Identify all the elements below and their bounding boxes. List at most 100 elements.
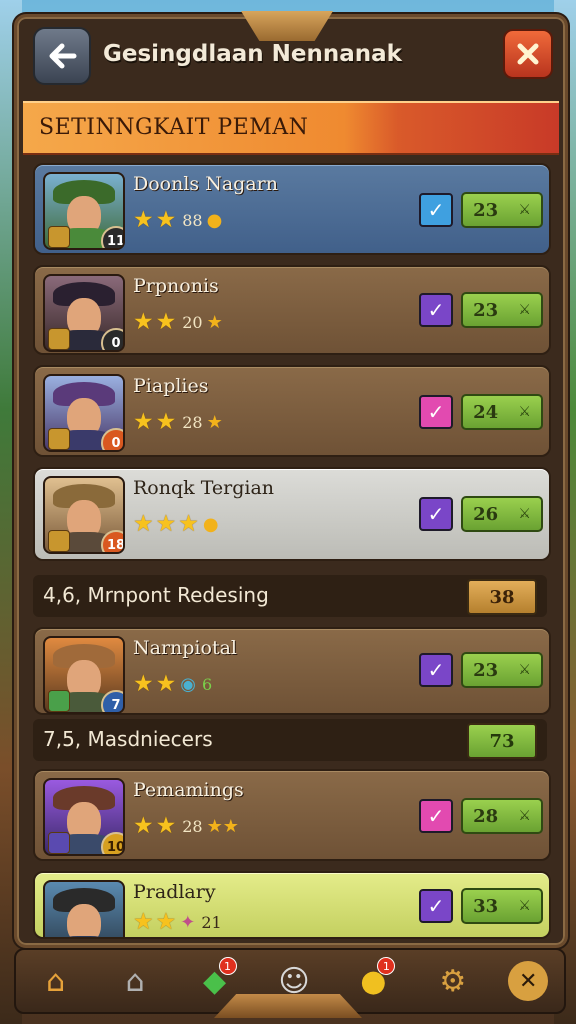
select-checkbox[interactable]: ✓ xyxy=(419,293,453,327)
avatar: 0 xyxy=(43,374,125,452)
section-banner: SETINNGKAIT PEMAN xyxy=(23,101,559,155)
star-rating: ★ ★ 28 ★★ xyxy=(133,815,239,838)
swords-icon: ⚔ xyxy=(518,506,531,522)
rank-badge-icon xyxy=(48,832,70,854)
group-header: 4,6, Mrnpont Redesing 38 xyxy=(33,575,547,617)
level-badge: 18 xyxy=(101,530,123,552)
star-rating: ★ ★ 88 ● xyxy=(133,209,222,232)
arrow-left-icon xyxy=(49,43,77,69)
level-badge: 0 xyxy=(101,328,123,350)
star-icon: ★ xyxy=(155,511,177,537)
star-rating: ★ ★ ✦ 21 xyxy=(133,911,222,934)
house-icon[interactable]: ⌂ xyxy=(111,957,159,1005)
star-icon: ★ xyxy=(133,309,154,335)
coin-icon: ● xyxy=(202,514,219,535)
group-label: 4,6, Mrnpont Redesing xyxy=(43,583,269,607)
avatar xyxy=(43,880,125,937)
star-icon: ★ xyxy=(155,309,177,335)
star-rating: ★ ★ ◉ 6 xyxy=(133,673,212,696)
score-button[interactable]: 33 ⚔ xyxy=(461,888,543,924)
notification-badge: 1 xyxy=(377,957,396,975)
score-button[interactable]: 26 ⚔ xyxy=(461,496,543,532)
star-small-icon: ★★ xyxy=(206,816,239,837)
score-button[interactable]: 23 ⚔ xyxy=(461,292,543,328)
star-icon: ★ xyxy=(155,909,177,935)
select-checkbox[interactable]: ✓ xyxy=(419,889,453,923)
score-value: 23 xyxy=(473,199,499,221)
score-value: 23 xyxy=(473,659,499,681)
top-ornament xyxy=(241,11,333,41)
select-checkbox[interactable]: ✓ xyxy=(419,193,453,227)
star-rating: ★ ★ 28 ★ xyxy=(133,411,223,434)
roster-panel: Gesingdlaan Nennanak SETINNGKAIT PEMAN 1… xyxy=(14,11,568,948)
player-stat: 88 xyxy=(182,211,203,230)
rank-badge-icon xyxy=(48,226,70,248)
select-checkbox[interactable]: ✓ xyxy=(419,653,453,687)
player-stat: 6 xyxy=(201,675,213,694)
score-value: 24 xyxy=(473,401,499,423)
player-name: Pradlary xyxy=(133,881,216,903)
player-stat: 20 xyxy=(182,313,203,332)
avatar: 7 xyxy=(43,636,125,714)
star-rating: ★ ★ 20 ★ xyxy=(133,311,223,334)
select-checkbox[interactable]: ✓ xyxy=(419,497,453,531)
player-stat: 28 xyxy=(182,817,203,836)
group-label: 7,5, Masdniecers xyxy=(43,727,213,751)
star-icon: ★ xyxy=(133,909,154,935)
gem-icon[interactable]: ◆ 1 xyxy=(191,957,239,1005)
star-icon: ★ xyxy=(133,207,154,233)
star-rating: ★ ★ ★ ● xyxy=(133,513,219,536)
player-name: Prpnonis xyxy=(133,275,219,297)
score-button[interactable]: 24 ⚔ xyxy=(461,394,543,430)
level-badge: 10 xyxy=(101,832,123,854)
player-row[interactable]: 11 Doonls Nagarn ★ ★ 88 ● ✓ 23 ⚔ xyxy=(33,163,551,255)
notification-badge: 1 xyxy=(218,957,237,975)
star-icon: ★ xyxy=(133,511,154,537)
level-badge: 0 xyxy=(101,428,123,450)
star-small-icon: ★ xyxy=(206,412,223,433)
home-icon[interactable]: ⌂ xyxy=(32,957,80,1005)
score-value: 26 xyxy=(473,503,499,525)
coin-icon[interactable]: ● 1 xyxy=(349,957,397,1005)
score-button[interactable]: 23 ⚔ xyxy=(461,192,543,228)
star-icon: ★ xyxy=(155,207,177,233)
rank-badge-icon xyxy=(48,530,70,552)
avatar: 18 xyxy=(43,476,125,554)
gear-icon[interactable]: ⚙ xyxy=(429,957,477,1005)
star-icon: ★ xyxy=(133,813,154,839)
tools-icon[interactable]: ✕ xyxy=(508,961,549,1001)
swords-icon: ⚔ xyxy=(518,404,531,420)
star-small-icon: ★ xyxy=(206,312,223,333)
player-row[interactable]: 0 Piaplies ★ ★ 28 ★ ✓ 24 ⚔ xyxy=(33,365,551,457)
swords-icon: ⚔ xyxy=(518,808,531,824)
select-checkbox[interactable]: ✓ xyxy=(419,395,453,429)
bottom-ornament xyxy=(214,994,362,1018)
swords-icon: ⚔ xyxy=(518,898,531,914)
score-value: 23 xyxy=(473,299,499,321)
score-button[interactable]: 23 ⚔ xyxy=(461,652,543,688)
level-badge: 7 xyxy=(101,690,123,712)
player-row[interactable]: 10 Pemamings ★ ★ 28 ★★ ✓ 28 ⚔ xyxy=(33,769,551,861)
star-icon: ★ xyxy=(155,813,177,839)
player-stat: 28 xyxy=(182,413,203,432)
back-button[interactable] xyxy=(33,27,91,85)
coin-icon: ● xyxy=(206,210,223,231)
page-title: Gesingdlaan Nennanak xyxy=(103,41,402,67)
star-icon: ★ xyxy=(178,511,199,537)
player-name: Narnpiotal xyxy=(133,637,237,659)
gem-icon: ✦ xyxy=(180,912,196,933)
rank-badge-icon xyxy=(48,690,70,712)
avatar: 0 xyxy=(43,274,125,352)
player-row-highlighted[interactable]: Pradlary ★ ★ ✦ 21 ✓ 33 ⚔ xyxy=(33,871,551,939)
select-checkbox[interactable]: ✓ xyxy=(419,799,453,833)
score-button[interactable]: 28 ⚔ xyxy=(461,798,543,834)
player-row[interactable]: 0 Prpnonis ★ ★ 20 ★ ✓ 23 ⚔ xyxy=(33,265,551,355)
player-row[interactable]: 7 Narnpiotal ★ ★ ◉ 6 ✓ 23 ⚔ xyxy=(33,627,551,715)
swords-icon: ⚔ xyxy=(518,302,531,318)
orb-icon: ◉ xyxy=(180,674,196,695)
player-row-selected[interactable]: 18 Ronqk Tergian ★ ★ ★ ● ✓ 26 ⚔ xyxy=(33,467,551,561)
close-button[interactable] xyxy=(503,29,553,79)
player-name: Piaplies xyxy=(133,375,209,397)
player-name: Doonls Nagarn xyxy=(133,173,278,195)
score-value: 28 xyxy=(473,805,499,827)
